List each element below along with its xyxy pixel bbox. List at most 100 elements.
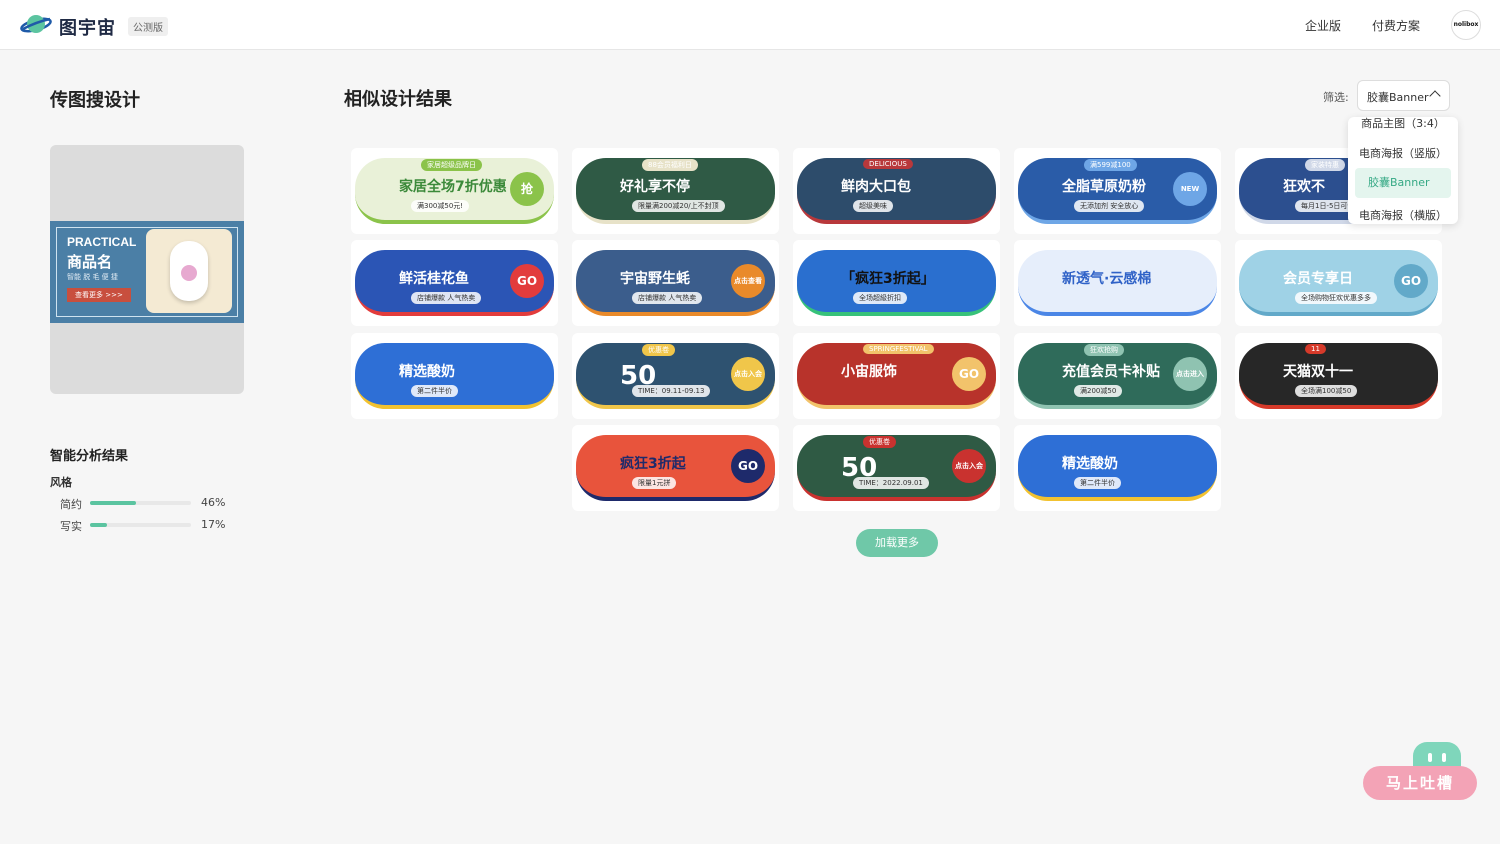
filter-select[interactable]: 胶囊Banner <box>1357 80 1450 111</box>
result-card[interactable]: DELICIOUS 鲜肉大口包超级美味 <box>793 148 1000 234</box>
banner-badge: 点击入会 <box>731 357 765 391</box>
banner-badge: GO <box>731 449 765 483</box>
banner-tag: 家装特惠 <box>1305 159 1345 171</box>
banner-tag: SPRINGFESTIVAL <box>863 344 934 354</box>
banner-title: 宇宙野生蚝 <box>620 271 690 287</box>
banner-title: 小宙服饰 <box>841 364 897 380</box>
banner-title: 鲜活桂花鱼 <box>399 271 469 287</box>
dropdown-option[interactable]: 电商海报（竖版） <box>1348 145 1458 161</box>
banner-badge: 抢 <box>510 172 544 206</box>
feedback-widget[interactable]: 马上吐槽 <box>1363 742 1477 802</box>
result-card[interactable]: SPRINGFESTIVAL 小宙服饰 GO <box>793 333 1000 419</box>
banner-title: 好礼享不停 <box>620 179 690 195</box>
banner-line2: 商品名 <box>67 253 113 271</box>
banner-title: 天猫双十一 <box>1283 364 1353 380</box>
avatar[interactable]: nolibox <box>1451 10 1481 40</box>
banner-title: 鲜肉大口包 <box>841 179 911 195</box>
dropdown-option[interactable]: 电商海报（横版） <box>1348 207 1458 223</box>
result-card[interactable]: 优惠卷 50 TIME：09.11-09.13 点击入会 <box>572 333 779 419</box>
banner-title: 会员专享日 <box>1283 271 1353 287</box>
result-card[interactable]: 满599减100 全脂草原奶粉无添加剂 安全放心 NEW <box>1014 148 1221 234</box>
dropdown-option-selected[interactable]: 胶囊Banner <box>1355 168 1451 198</box>
product-photo <box>146 229 232 313</box>
nav-pricing[interactable]: 付费方案 <box>1372 17 1420 34</box>
filter-dropdown: 商品主图（3:4） 电商海报（竖版） 胶囊Banner 电商海报（横版） <box>1348 117 1458 224</box>
banner-title: 狂欢不 <box>1283 179 1325 195</box>
banner-title: 精选酸奶 <box>399 364 455 380</box>
planet-logo-icon[interactable] <box>20 12 52 38</box>
result-card[interactable]: 88会员福利日 好礼享不停 限量满200减20/上不封顶 <box>572 148 779 234</box>
nav-enterprise[interactable]: 企业版 <box>1305 17 1341 34</box>
result-card[interactable]: 会员专享日 全场购物狂欢优惠多多 GO <box>1235 240 1442 326</box>
style-row-realistic: 写实 17% <box>60 518 240 533</box>
filter-value: 胶囊Banner <box>1367 91 1429 104</box>
result-card[interactable]: 精选酸奶第二件半价 <box>1014 425 1221 511</box>
banner-title: 全脂草原奶粉 <box>1062 179 1146 195</box>
banner-title: 精选酸奶 <box>1062 456 1118 472</box>
result-card[interactable]: 「疯狂3折起」全场超級折扣 <box>793 240 1000 326</box>
banner-subtitle: 店铺爆款 人气热卖 <box>632 292 703 304</box>
style-percent: 46% <box>201 496 226 509</box>
filter-label: 筛选: <box>1323 91 1349 104</box>
style-label: 风格 <box>50 476 72 489</box>
banner-subtitle: 限量满200减20/上不封顶 <box>632 200 725 212</box>
result-card[interactable]: 精选酸奶第二件半价 <box>351 333 558 419</box>
result-card[interactable]: 新透气·云感棉 <box>1014 240 1221 326</box>
banner-title: 充值会员卡补贴 <box>1062 364 1160 380</box>
upload-search-title: 传图搜设计 <box>50 90 140 111</box>
brand-name[interactable]: 图宇宙 <box>59 14 116 40</box>
feedback-button[interactable]: 马上吐槽 <box>1363 766 1477 800</box>
uploaded-image-preview[interactable]: PRACTICAL 商品名 智能 脱 毛 便 捷 查看更多 >>> <box>50 145 244 394</box>
banner-title: 新透气·云感棉 <box>1062 271 1152 287</box>
result-card[interactable]: 优惠卷 50 TIME：2022.09.01 点击入会 <box>793 425 1000 511</box>
banner-subtitle: 无添加剂 安全放心 <box>1074 200 1145 212</box>
results-title: 相似设计结果 <box>344 89 452 110</box>
epilator-device <box>170 241 208 301</box>
beta-badge: 公测版 <box>128 17 168 36</box>
banner-subtitle: TIME：2022.09.01 <box>853 477 929 489</box>
banner-title: 疯狂3折起 <box>620 456 686 472</box>
banner-subtitle: 第二件半价 <box>411 385 458 397</box>
banner-badge: 点击入会 <box>952 449 986 483</box>
banner-badge: GO <box>952 357 986 391</box>
banner-subtitle: 超级美味 <box>853 200 893 212</box>
banner-tag: 11 <box>1305 344 1326 354</box>
load-more-button[interactable]: 加载更多 <box>856 529 938 557</box>
dropdown-option[interactable]: 商品主图（3:4） <box>1348 117 1458 131</box>
banner-line3: 智能 脱 毛 便 捷 <box>67 273 118 281</box>
analysis-title: 智能分析结果 <box>50 449 129 464</box>
result-card[interactable]: 家居超级品牌日家居全场7折优惠满300减50元! 抢 <box>351 148 558 234</box>
banner-subtitle: TIME：09.11-09.13 <box>632 385 711 397</box>
progress-fill <box>90 523 108 527</box>
result-card[interactable]: 11 天猫双十一 全场满100减50 <box>1235 333 1442 419</box>
banner-subtitle: 店铺爆款 人气热卖 <box>411 292 482 304</box>
banner-subtitle: 满300减50元! <box>411 200 470 212</box>
banner-subtitle: 全场购物狂欢优惠多多 <box>1295 292 1377 304</box>
banner-title: 家居全场7折优惠 <box>399 179 507 195</box>
style-row-simple: 简约 46% <box>60 496 240 511</box>
style-name: 简约 <box>60 498 82 511</box>
banner-badge: GO <box>510 264 544 298</box>
progress-track <box>90 501 191 505</box>
banner-tag: 家居超级品牌日 <box>421 159 482 171</box>
banner-badge: NEW <box>1173 172 1207 206</box>
uploaded-banner-image: PRACTICAL 商品名 智能 脱 毛 便 捷 查看更多 >>> <box>50 221 244 323</box>
banner-subtitle: 满200减50 <box>1074 385 1123 397</box>
banner-subtitle: 全场超級折扣 <box>853 292 907 304</box>
result-card[interactable]: 狂欢抢购充值会员卡补贴满200减50 点击进入 <box>1014 333 1221 419</box>
progress-fill <box>90 501 137 505</box>
banner-tag: 优惠卷 <box>642 344 675 356</box>
banner-title: 「疯狂3折起」 <box>841 271 935 287</box>
banner-tag: 优惠卷 <box>863 436 896 448</box>
banner-tag: DELICIOUS <box>863 159 913 169</box>
chevron-up-icon <box>1429 90 1441 102</box>
banner-subtitle: 第二件半价 <box>1074 477 1121 489</box>
banner-tag: 满599减100 <box>1084 159 1137 171</box>
banner-button: 查看更多 >>> <box>67 288 131 302</box>
result-card[interactable]: 鲜活桂花鱼店铺爆款 人气热卖 GO <box>351 240 558 326</box>
banner-tag: 狂欢抢购 <box>1084 344 1124 356</box>
result-card[interactable]: 宇宙野生蚝 店铺爆款 人气热卖 点击查看 <box>572 240 779 326</box>
result-card[interactable]: 疯狂3折起限量1元拼 GO <box>572 425 779 511</box>
banner-badge: 点击进入 <box>1173 357 1207 391</box>
banner-subtitle: 限量1元拼 <box>632 477 677 489</box>
